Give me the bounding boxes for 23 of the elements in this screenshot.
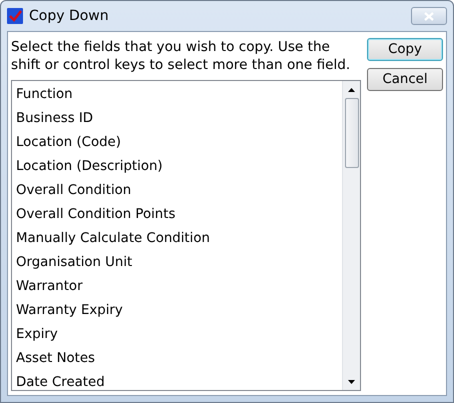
list-item[interactable]: Warranty Expiry xyxy=(12,299,342,323)
scroll-down-icon[interactable] xyxy=(348,380,355,384)
dialog-button[interactable]: Cancel xyxy=(367,68,443,91)
list-item[interactable]: Business ID xyxy=(12,107,342,131)
list-item[interactable]: Manually Calculate Condition xyxy=(12,227,342,251)
checkmark-icon xyxy=(7,8,23,24)
list-item[interactable]: Location (Description) xyxy=(12,155,342,179)
close-button[interactable] xyxy=(411,7,447,25)
list-item[interactable]: Location (Code) xyxy=(12,131,342,155)
dialog-button[interactable]: Copy xyxy=(367,38,443,61)
list-item[interactable]: Warrantor xyxy=(12,275,342,299)
list-item[interactable]: Overall Condition xyxy=(12,179,342,203)
list-item[interactable]: Asset Notes xyxy=(12,347,342,371)
list-item[interactable]: Function xyxy=(12,83,342,107)
scroll-up-icon[interactable] xyxy=(348,88,355,92)
list-item[interactable]: Organisation Unit xyxy=(12,251,342,275)
scrollbar[interactable] xyxy=(342,81,360,390)
scroll-thumb[interactable] xyxy=(344,98,358,168)
list-item[interactable]: Expiry xyxy=(12,323,342,347)
list-item[interactable]: Overall Condition Points xyxy=(12,203,342,227)
instruction-text: Select the fields that you wish to copy. Use the shift or control keys to select more than one field. xyxy=(11,38,352,74)
window-title: Copy Down xyxy=(29,8,110,24)
list-item[interactable]: Date Created xyxy=(12,371,342,390)
